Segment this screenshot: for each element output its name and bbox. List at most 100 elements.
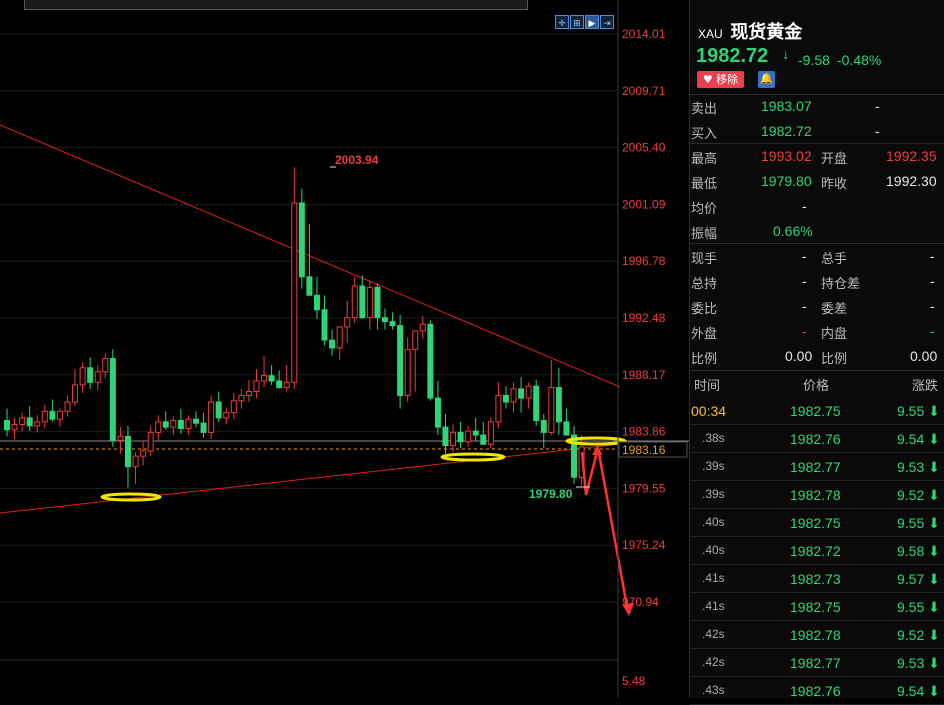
last-price: 1982.72 [696, 45, 769, 67]
candle-body [245, 391, 252, 396]
candle-body [170, 420, 177, 428]
buy-row: 买入 1982.72 - [691, 123, 880, 142]
candle-body [427, 323, 434, 399]
candle-body [465, 430, 472, 443]
chart-grid [0, 33, 618, 603]
candle-body [442, 426, 449, 447]
candle-body [344, 317, 351, 328]
y-tick-label: 1988.17 [622, 368, 666, 382]
tick-change: 9.53 ⬇ [897, 655, 940, 671]
candle-body [555, 387, 562, 423]
candles [4, 167, 585, 488]
candlestick-chart[interactable]: 2014.01 2009.71 2005.40 2001.09 1996.78 1992.… [0, 0, 689, 698]
tick-time: .41s [702, 571, 725, 585]
support-trendline [0, 443, 621, 514]
alert-bell-icon[interactable]: 🔔 [758, 71, 775, 88]
tick-price: 1982.76 [790, 683, 841, 699]
tick-time: .39s [702, 487, 725, 501]
candle-body [49, 410, 56, 420]
y-tick-label: 1996.78 [622, 254, 666, 268]
y-tick-label: 1992.48 [622, 311, 666, 325]
candle-body [283, 381, 290, 389]
candle-body [336, 326, 343, 349]
high-open-row: 最高 1993.02 开盘 1992.35 [691, 148, 937, 167]
candle-body [412, 330, 419, 350]
candle-body [472, 430, 479, 436]
candle-body [72, 384, 79, 403]
chart-tools: ✛ ⊞ ▶ ⇥ [555, 15, 614, 29]
candle-body [457, 431, 464, 443]
candle-body [351, 285, 358, 319]
candle-body [11, 423, 18, 431]
candle-body [132, 455, 139, 468]
candle-body [208, 401, 215, 433]
candle-body [223, 412, 230, 419]
candle-body [419, 323, 426, 332]
y-tick-label: 1983.86 [622, 425, 666, 439]
tick-row: .39s 1982.78 9.52 ⬇ [690, 481, 944, 509]
resistance-trendline [0, 124, 621, 388]
tick-price: 1982.77 [790, 655, 841, 671]
candle-body [563, 421, 570, 436]
tick-time: 00:34 [691, 403, 727, 419]
instrument-code: XAU [698, 27, 723, 41]
tick-row: .42s 1982.78 9.52 ⬇ [690, 621, 944, 649]
avg-row: 均价 - [691, 198, 807, 217]
candle-body [94, 371, 101, 383]
candle-body [359, 285, 366, 319]
tick-change: 9.58 ⬇ [897, 543, 940, 559]
candle-body [540, 420, 547, 433]
candle-body [19, 417, 26, 425]
y-tick-label: 2009.71 [622, 84, 666, 98]
current-price-tag: 1983.16 [618, 441, 688, 458]
candle-body [147, 431, 154, 452]
crosshair-icon[interactable]: ✛ [555, 15, 569, 29]
y-tick-label: 1975.24 [622, 538, 666, 552]
candle-body [276, 380, 283, 389]
candle-body [79, 367, 86, 386]
price-change: -9.58 [798, 52, 830, 68]
support-marker-2 [440, 452, 506, 462]
candle-body [306, 276, 313, 296]
tick-time: .41s [702, 599, 725, 613]
candle-body [389, 321, 396, 327]
volume-axis-label: 5.48 [622, 674, 646, 688]
candle-body [34, 421, 41, 427]
tick-change: 9.55 ⬇ [897, 515, 940, 531]
tick-price: 1982.78 [790, 627, 841, 643]
candle-body [215, 401, 222, 419]
support-marker-1 [100, 492, 162, 502]
candle-body [185, 418, 192, 429]
tick-table-header: 时间 价格 涨跌 [694, 379, 939, 394]
candle-body [64, 401, 71, 412]
candle-body [366, 286, 373, 319]
grid-icon[interactable]: ⊞ [570, 15, 584, 29]
candle-body [480, 434, 487, 445]
candle-body [382, 317, 388, 323]
remove-button[interactable]: ♥ 移除 [697, 71, 744, 88]
tick-change: 9.54 ⬇ [897, 431, 940, 447]
y-tick-label: 2005.40 [622, 141, 666, 155]
tick-change: 9.52 ⬇ [897, 627, 940, 643]
volume-row: 现手 - 总手 - [691, 248, 935, 267]
candle-body [502, 394, 509, 403]
tick-time: .40s [702, 515, 725, 529]
tick-price: 1982.75 [790, 403, 841, 419]
instrument-title: XAU 现货黄金 [698, 18, 802, 44]
play-icon[interactable]: ▶ [585, 15, 599, 29]
candle-body [518, 388, 525, 399]
candle-body [140, 450, 147, 457]
tick-time: .43s [702, 683, 725, 697]
export-icon[interactable]: ⇥ [600, 15, 614, 29]
candle-body [268, 375, 275, 382]
tick-price: 1982.77 [790, 459, 841, 475]
projection-arrow [580, 447, 630, 613]
candle-body [525, 385, 532, 399]
candle-body [117, 435, 124, 441]
candle-body [26, 417, 33, 427]
candle-body [230, 400, 237, 414]
tick-row: .43s 1982.76 9.54 ⬇ [690, 677, 944, 705]
outer-inner-row: 外盘 - 内盘 - [691, 323, 935, 342]
candle-body [397, 325, 404, 396]
tick-price: 1982.78 [790, 487, 841, 503]
